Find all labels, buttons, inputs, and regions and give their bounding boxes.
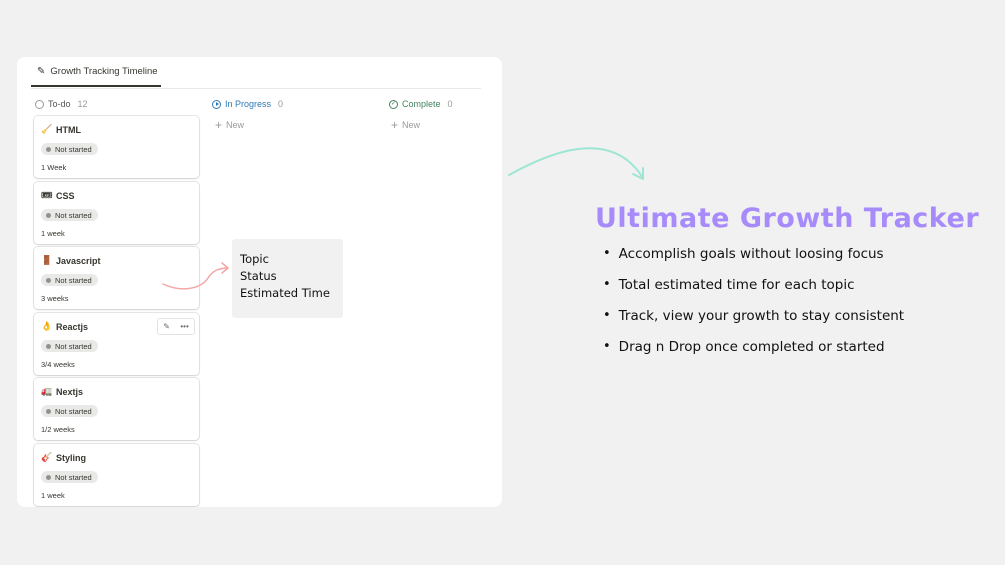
feature-item: • Drag n Drop once completed or started — [603, 339, 904, 370]
pink-curved-arrow-icon — [162, 267, 229, 290]
feature-item: • Track, view your growth to stay consis… — [603, 308, 904, 339]
legend-status: Status — [240, 269, 277, 283]
legend-estimated-time: Estimated Time — [240, 286, 330, 300]
feature-list: • Accomplish goals without loosing focus… — [603, 246, 904, 370]
feature-item: • Accomplish goals without loosing focus — [603, 246, 904, 277]
feature-text: Total estimated time for each topic — [618, 277, 855, 293]
feature-text: Drag n Drop once completed or started — [618, 339, 885, 355]
field-legend: Topic Status Estimated Time — [232, 239, 343, 318]
feature-text: Accomplish goals without loosing focus — [618, 246, 884, 262]
feature-text: Track, view your growth to stay consiste… — [618, 308, 905, 324]
feature-item: • Total estimated time for each topic — [603, 277, 904, 308]
bullet-icon: • — [603, 277, 611, 292]
legend-topic: Topic — [240, 252, 269, 266]
bullet-icon: • — [603, 246, 611, 261]
bullet-icon: • — [603, 308, 611, 323]
bullet-icon: • — [603, 339, 611, 354]
teal-curved-arrow-icon — [508, 147, 644, 179]
hero-title: Ultimate Growth Tracker — [595, 203, 980, 234]
